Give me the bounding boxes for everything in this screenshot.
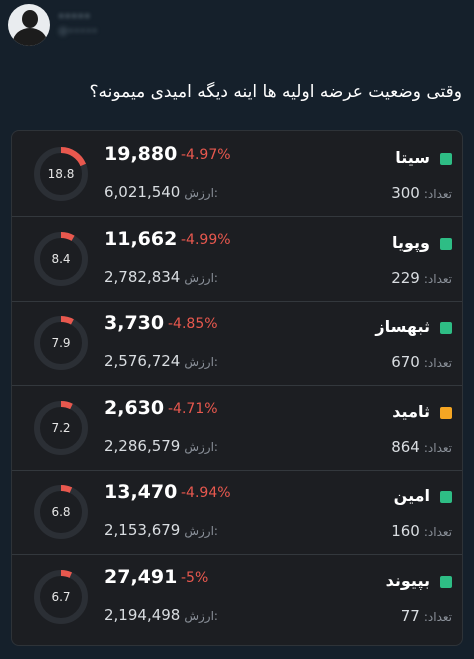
stock-row[interactable]: 18.8 19,880 -4.97% 6,021,540 ارزش: سیتا تعداد:…: [12, 133, 462, 217]
trade-value-number: 2,153,679: [104, 521, 181, 539]
trade-count: تعداد:160: [391, 522, 452, 540]
stock-price: 11,662: [104, 227, 178, 250]
trade-count: تعداد:77: [401, 607, 452, 625]
trade-count-label: تعداد:: [423, 356, 452, 370]
trade-count-label: تعداد:: [423, 609, 452, 624]
trade-value-label: ارزش:: [184, 439, 218, 454]
trade-value-label: ارزش:: [184, 270, 218, 285]
trade-value-number: 2,286,579: [104, 436, 181, 455]
trade-count-number: 77: [400, 606, 420, 625]
stock-symbol[interactable]: وپویا: [392, 233, 430, 252]
gauge-value: 18.8: [47, 167, 75, 181]
price-change: -5%: [181, 569, 209, 586]
status-square-icon: [440, 153, 452, 165]
trade-value-label: ارزش:: [184, 355, 218, 369]
trade-count: تعداد:670: [391, 353, 452, 371]
stock-row[interactable]: 7.9 3,730 -4.85% 2,576,724 ارزش: ثبهساز تعداد:…: [12, 302, 462, 386]
trade-value-number: 2,194,498: [104, 605, 181, 624]
trade-count-number: 670: [391, 353, 420, 371]
avatar-head: [22, 10, 38, 28]
trade-value: 2,576,724 ارزش:: [104, 352, 218, 370]
trade-value-label: ارزش:: [184, 186, 218, 200]
trade-count-number: 229: [391, 268, 420, 287]
trade-count-number: 160: [391, 522, 420, 540]
status-square-icon: [440, 491, 452, 503]
price-change: -4.94%: [181, 485, 231, 501]
trade-count: تعداد:229: [391, 269, 452, 287]
trade-count-label: تعداد:: [423, 271, 452, 286]
trade-count-label: تعداد:: [423, 440, 452, 455]
trade-value-number: 6,021,540: [104, 183, 181, 201]
gauge-value: 6.7: [51, 589, 71, 604]
stocks-card: 18.8 19,880 -4.97% 6,021,540 ارزش: سیتا تعداد:…: [11, 130, 463, 646]
gauge-value: 7.2: [51, 420, 71, 435]
stock-price: 27,491: [104, 565, 178, 588]
trade-count: تعداد:864: [391, 438, 452, 456]
stock-symbol[interactable]: ثامید: [392, 402, 430, 421]
status-square-icon: [440, 237, 452, 250]
stock-price: 2,630: [104, 396, 165, 419]
price-change: -4.97%: [181, 147, 231, 163]
status-square-icon: [440, 575, 452, 588]
gauge-value: 7.9: [51, 336, 71, 350]
status-square-icon: [440, 406, 452, 419]
price-change: -4.85%: [168, 316, 218, 332]
stock-symbol[interactable]: ثبهساز: [375, 317, 430, 336]
author-name[interactable]: •••••: [58, 10, 90, 23]
stock-row[interactable]: 6.8 13,470 -4.94% 2,153,679 ارزش: امین تعداد:1…: [12, 471, 462, 555]
stock-price: 19,880: [104, 143, 178, 165]
trade-count: تعداد:300: [391, 184, 452, 202]
stock-symbol[interactable]: بپیوند: [386, 571, 430, 590]
stock-price: 13,470: [104, 481, 178, 503]
status-square-icon: [440, 322, 452, 334]
trade-count-number: 300: [391, 184, 420, 202]
trade-count-number: 864: [391, 437, 420, 456]
stock-row[interactable]: 7.2 2,630 -4.71% 2,286,579 ارزش: ثامید تعداد:8…: [12, 387, 462, 471]
stock-row[interactable]: 6.7 27,491 -5% 2,194,498 ارزش: بپیوند تعداد:77: [12, 556, 462, 640]
trade-value: 2,782,834 ارزش:: [104, 268, 218, 286]
trade-count-label: تعداد:: [423, 525, 452, 539]
stock-symbol[interactable]: امین: [394, 486, 430, 505]
author-handle: @•••••: [58, 26, 98, 37]
trade-value-number: 2,782,834: [104, 267, 181, 286]
gauge-value: 6.8: [51, 505, 71, 519]
stock-row[interactable]: 8.4 11,662 -4.99% 2,782,834 ارزش: وپویا تعداد:…: [12, 218, 462, 302]
avatar-body: [13, 28, 47, 46]
price-change: -4.71%: [168, 400, 218, 417]
trade-value-label: ارزش:: [184, 524, 218, 538]
stock-symbol[interactable]: سیتا: [395, 148, 430, 167]
stock-price: 3,730: [104, 312, 165, 334]
post-header: ••••• @•••••: [0, 0, 474, 60]
trade-value-number: 2,576,724: [104, 352, 181, 370]
price-change: -4.99%: [181, 231, 231, 248]
trade-value: 2,194,498 ارزش:: [104, 606, 218, 624]
trade-value: 2,153,679 ارزش:: [104, 521, 218, 539]
trade-count-label: تعداد:: [423, 187, 452, 201]
trade-value: 2,286,579 ارزش:: [104, 437, 218, 455]
trade-value: 6,021,540 ارزش:: [104, 183, 218, 201]
gauge-value: 8.4: [51, 251, 71, 266]
trade-value-label: ارزش:: [184, 608, 218, 623]
avatar[interactable]: [8, 4, 50, 46]
post-text: وقتی وضعیت عرضه اولیه ها اینه دیگه امیدی…: [89, 82, 462, 102]
